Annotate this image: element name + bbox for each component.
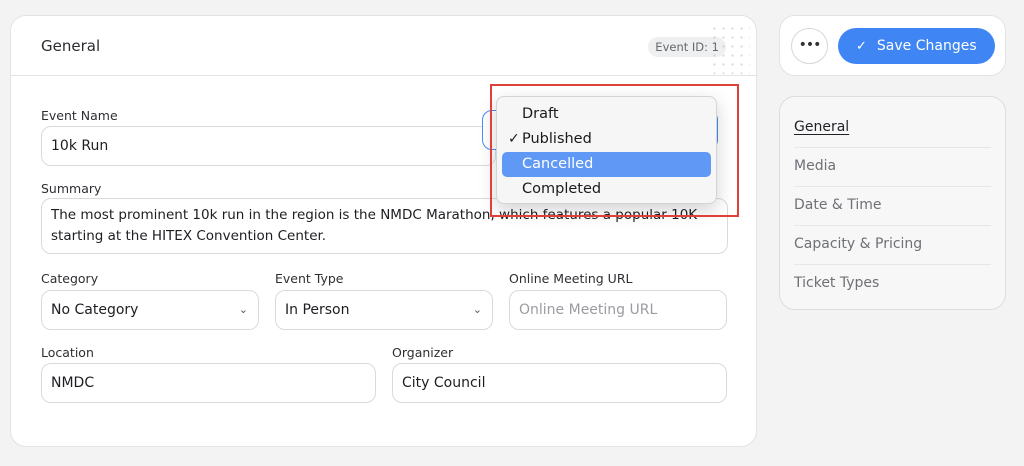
organizer-input[interactable]: City Council <box>392 363 727 403</box>
chevron-down-icon: ⌄ <box>238 303 248 316</box>
online-url-label: Online Meeting URL <box>509 271 633 286</box>
section-nav: General Media Date & Time Capacity & Pri… <box>779 96 1006 310</box>
event-name-label: Event Name <box>41 108 118 123</box>
dot-grid-decoration <box>710 24 750 74</box>
save-label: Save Changes <box>876 38 977 54</box>
more-options-button[interactable]: ••• <box>791 28 828 64</box>
nav-item-date-time[interactable]: Date & Time <box>794 187 991 226</box>
nav-item-general[interactable]: General <box>794 109 991 148</box>
location-input[interactable]: NMDC <box>41 363 376 403</box>
nav-item-ticket-types[interactable]: Ticket Types <box>794 265 991 304</box>
organizer-label: Organizer <box>392 345 454 360</box>
summary-label: Summary <box>41 181 102 196</box>
save-changes-button[interactable]: ✓ Save Changes <box>838 28 995 64</box>
category-value: No Category <box>51 302 139 318</box>
nav-item-capacity-pricing[interactable]: Capacity & Pricing <box>794 226 991 265</box>
ellipsis-icon: ••• <box>798 37 822 53</box>
nav-item-media[interactable]: Media <box>794 148 991 187</box>
category-label: Category <box>41 271 99 286</box>
annotation-highlight-box <box>490 84 739 217</box>
card-title: General <box>41 37 101 55</box>
location-label: Location <box>41 345 94 360</box>
category-select[interactable]: No Category ⌄ <box>41 290 259 330</box>
check-icon: ✓ <box>856 39 867 54</box>
event-type-value: In Person <box>285 302 350 318</box>
event-name-input[interactable]: 10k Run <box>41 126 496 166</box>
online-url-input[interactable]: Online Meeting URL <box>509 290 727 330</box>
card-header: General Event ID: 1 <box>11 16 756 76</box>
event-type-select[interactable]: In Person ⌄ <box>275 290 493 330</box>
event-type-label: Event Type <box>275 271 344 286</box>
chevron-down-icon: ⌄ <box>472 303 482 316</box>
